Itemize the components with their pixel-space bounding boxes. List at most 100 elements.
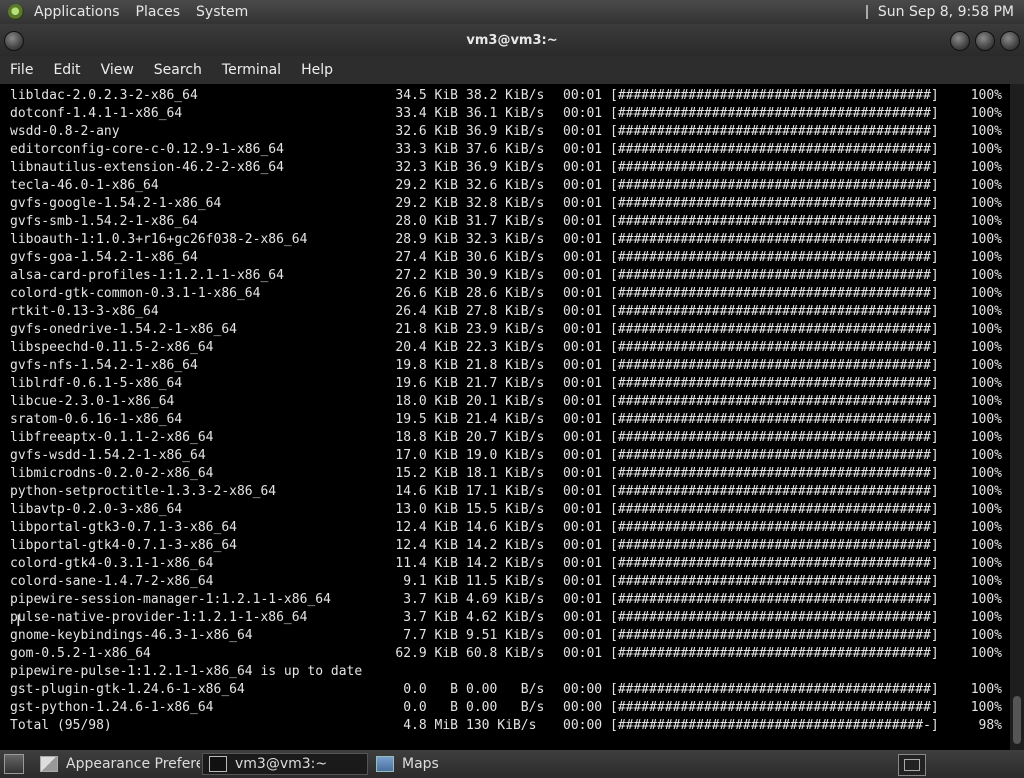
progress-percent: 100% [970,628,1002,643]
progress-percent: 100% [970,268,1002,283]
progress-percent: 100% [970,502,1002,517]
scrollbar-thumb[interactable] [1013,696,1021,744]
maximize-icon[interactable] [975,31,995,51]
terminal-line: gvfs-nfs-1.54.2-1-x86_64 19.8 KiB 21.8 KiB… [10,357,1010,375]
system-menu[interactable]: System [188,4,256,20]
download-time: 00:01 [563,376,603,391]
package-name: tecla-46.0-1-x86_64 [10,178,159,193]
progress-bar: [#######################################… [610,124,939,139]
download-speed: 20.7 KiB/s [466,430,545,445]
package-name: Total (95/98) [10,718,112,733]
progress-percent: 100% [970,322,1002,337]
terminal-line: gnome-keybindings-46.3-1-x86_64 7.7 KiB 9.… [10,627,1010,645]
progress-percent: 100% [970,574,1002,589]
download-speed: 22.3 KiB/s [466,340,545,355]
terminal-menubar: File Edit View Search Terminal Help [0,56,1024,84]
download-time: 00:01 [563,178,603,193]
menu-help[interactable]: Help [291,62,343,78]
download-time: 00:01 [563,232,603,247]
menu-edit[interactable]: Edit [43,62,90,78]
download-time: 00:01 [563,412,603,427]
download-speed: 30.9 KiB/s [466,268,545,283]
panel-clock[interactable]: Sun Sep 8, 9:58 PM [878,4,1024,20]
terminal-line: gvfs-goa-1.54.2-1-x86_64 27.4 KiB 30.6 KiB… [10,249,1010,267]
menu-search[interactable]: Search [144,62,212,78]
package-size: 12.4 KiB [395,538,458,553]
progress-percent: 100% [970,142,1002,157]
terminal-line: tecla-46.0-1-x86_64 29.2 KiB 32.6 KiB/s 00:… [10,177,1010,195]
workspace-switcher-icon[interactable] [898,754,926,776]
progress-percent: 100% [970,304,1002,319]
package-size: 19.6 KiB [395,376,458,391]
download-time: 00:01 [563,610,603,625]
download-time: 00:01 [563,520,603,535]
package-size: 4.8 MiB [403,718,458,733]
terminal-line: pipewire-session-manager-1:1.2.1-1-x86_6… [10,591,1010,609]
terminal-line: python-setproctitle-1.3.3-2-x86_64 14.6 K… [10,483,1010,501]
close-icon[interactable] [1000,31,1020,51]
progress-bar: [#######################################… [610,466,939,481]
terminal-scrollbar[interactable] [1010,84,1024,750]
download-time: 00:01 [563,430,603,445]
terminal-line: liboauth-1:1.0.3+r16+gc26f038-2-x86_64 28… [10,231,1010,249]
download-speed: 32.8 KiB/s [466,196,545,211]
package-size: 26.6 KiB [395,286,458,301]
download-time: 00:01 [563,268,603,283]
show-desktop-icon[interactable] [4,754,24,774]
package-name: gnome-keybindings-46.3-1-x86_64 [10,628,253,643]
terminal-line: wsdd-0.8-2-any 32.6 KiB 36.9 KiB/s 00:01 [##… [10,123,1010,141]
progress-percent: 100% [970,682,1002,697]
progress-percent: 100% [970,466,1002,481]
task-terminal[interactable]: vm3@vm3:~ [202,753,368,775]
download-time: 00:01 [563,394,603,409]
package-name: libportal-gtk3-0.7.1-3-x86_64 [10,520,237,535]
applications-menu[interactable]: Applications [26,4,128,20]
progress-bar: [#######################################… [610,394,939,409]
progress-percent: 98% [978,718,1002,733]
download-speed: 4.62 KiB/s [466,610,545,625]
task-appearance-preferences[interactable]: Appearance Prefere... [34,753,200,775]
terminal-line: Total (95/98) 4.8 MiB 130 KiB/s 00:00 [#####… [10,717,1010,735]
download-time: 00:00 [563,718,603,733]
progress-bar: [#######################################… [610,574,939,589]
progress-percent: 100% [970,160,1002,175]
progress-percent: 100% [970,88,1002,103]
gnome-foot-icon[interactable] [8,4,24,20]
terminal-line: colord-gtk4-0.3.1-1-x86_64 11.4 KiB 14.2 K… [10,555,1010,573]
progress-percent: 100% [970,394,1002,409]
package-name: gvfs-google-1.54.2-1-x86_64 [10,196,222,211]
package-size: 14.6 KiB [395,484,458,499]
progress-bar: [#######################################… [610,286,939,301]
progress-bar: [#######################################… [610,88,939,103]
terminal-line: gst-python-1.24.6-1-x86_64 0.0 B 0.00 B/s 0… [10,699,1010,717]
download-speed: 9.51 KiB/s [466,628,545,643]
minimize-icon[interactable] [950,31,970,51]
places-menu[interactable]: Places [128,4,189,20]
menu-terminal[interactable]: Terminal [212,62,291,78]
menu-view[interactable]: View [91,62,144,78]
package-name: wsdd-0.8-2-any [10,124,120,139]
download-time: 00:01 [563,88,603,103]
progress-bar: [#######################################… [610,196,939,211]
terminal-line: libportal-gtk3-0.7.1-3-x86_64 12.4 KiB 14.… [10,519,1010,537]
download-speed: 21.8 KiB/s [466,358,545,373]
progress-bar: [#######################################… [610,142,939,157]
task-label: vm3@vm3:~ [235,756,328,772]
download-speed: 4.69 KiB/s [466,592,545,607]
download-speed: 31.7 KiB/s [466,214,545,229]
window-titlebar[interactable]: vm3@vm3:~ [0,24,1024,56]
download-speed: 14.2 KiB/s [466,538,545,553]
download-speed: 23.9 KiB/s [466,322,545,337]
download-speed: 14.6 KiB/s [466,520,545,535]
window-menu-icon[interactable] [4,31,24,51]
package-name: libfreeaptx-0.1.1-2-x86_64 [10,430,214,445]
terminal-line: libfreeaptx-0.1.1-2-x86_64 18.8 KiB 20.7 K… [10,429,1010,447]
package-name: libportal-gtk4-0.7.1-3-x86_64 [10,538,237,553]
progress-percent: 100% [970,538,1002,553]
package-name: pipewire-session-manager-1:1.2.1-1-x86_6… [10,592,331,607]
terminal-line: editorconfig-core-c-0.12.9-1-x86_64 33.3 … [10,141,1010,159]
download-speed: 15.5 KiB/s [466,502,545,517]
terminal-output[interactable]: libldac-2.0.2.3-2-x86_64 34.5 KiB 38.2 KiB… [0,84,1010,750]
task-maps[interactable]: Maps [370,753,536,775]
menu-file[interactable]: File [0,62,43,78]
